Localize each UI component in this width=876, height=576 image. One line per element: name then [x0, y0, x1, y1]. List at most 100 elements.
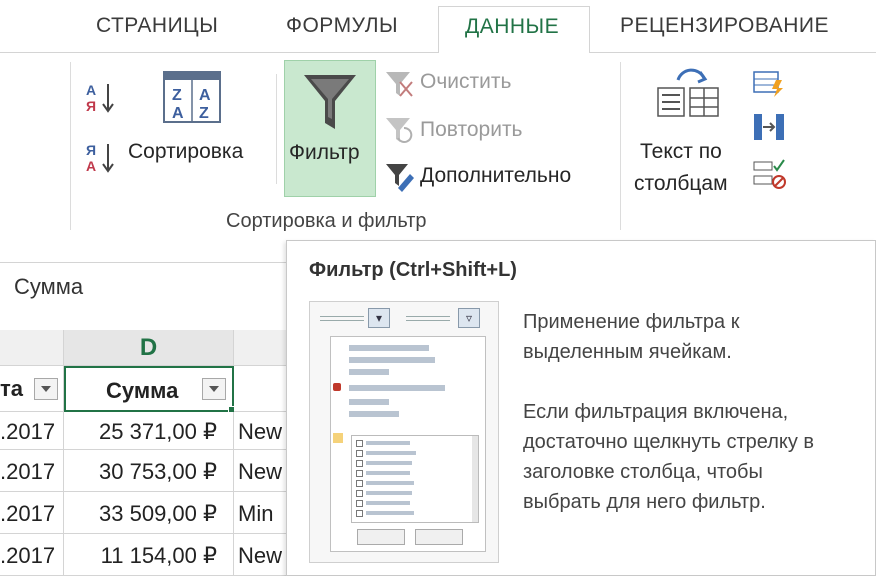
table-cell[interactable]: 11 154,00 ₽	[64, 534, 234, 576]
remove-duplicates-icon	[754, 114, 784, 140]
preview-header-line	[320, 316, 364, 317]
filter-tooltip: Фильтр (Ctrl+Shift+L) ▾ ▿ Применение фил…	[286, 240, 876, 576]
preview-menu-row	[349, 357, 435, 363]
preview-values-list	[351, 435, 479, 523]
preview-menu-row	[349, 411, 399, 417]
preview-list-row	[366, 481, 414, 485]
column-header-d-label: D	[139, 334, 158, 361]
sort-za-letter-a: А	[86, 158, 96, 174]
preview-list-row	[366, 461, 412, 465]
tooltip-text-line: выбрать для него фильтр.	[523, 491, 766, 513]
reapply-filter-icon	[386, 118, 413, 143]
sort-box-letter: A	[199, 87, 211, 104]
table-cell[interactable]: 33 509,00 ₽	[64, 492, 234, 534]
tooltip-text-line: достаточно щелкнуть стрелку в	[523, 431, 815, 453]
header-cell-date[interactable]: та	[0, 366, 64, 412]
table-cell[interactable]: .2017	[0, 534, 64, 576]
preview-filter-icon: ▿	[458, 308, 480, 328]
sort-ascending-icon: А Я	[86, 82, 114, 114]
tooltip-text-line: Применение фильтра к	[523, 311, 740, 333]
tooltip-text-line: выделенным ячейкам.	[523, 341, 732, 363]
preview-checkbox	[356, 450, 363, 457]
table-cell[interactable]: Min	[234, 492, 290, 534]
filter-dropdown-button[interactable]	[202, 378, 226, 400]
group-separator	[620, 62, 621, 230]
filter-dropdown-button[interactable]	[34, 378, 58, 400]
sort-descending-button[interactable]: Я А	[82, 140, 122, 176]
preview-list-row	[366, 501, 410, 505]
filter-button[interactable]: Фильтр	[284, 60, 376, 197]
preview-checkbox	[356, 460, 363, 467]
tooltip-title: Фильтр (Ctrl+Shift+L)	[309, 259, 517, 281]
preview-list-row	[366, 511, 414, 515]
sort-az-letter-ya: Я	[86, 98, 96, 114]
header-sum-label: Сумма	[106, 378, 179, 403]
tooltip-text-line: заголовке столбца, чтобы	[523, 461, 763, 483]
group-separator	[276, 74, 277, 184]
header-cell-extra[interactable]	[234, 366, 290, 412]
table-cell[interactable]: New	[234, 412, 290, 450]
table-cell[interactable]: .2017	[0, 492, 64, 534]
preview-header-line	[320, 320, 364, 321]
column-header-e[interactable]	[234, 330, 290, 366]
preview-menu-row	[349, 369, 389, 375]
text-to-columns-button[interactable]: Текст по столбцам	[630, 66, 750, 202]
sort-az-letter-a: А	[86, 82, 96, 98]
preview-checkbox	[356, 500, 363, 507]
header-cell-sum[interactable]: Сумма	[64, 366, 237, 415]
sort-za-letter-ya: Я	[86, 142, 96, 158]
preview-list-row	[366, 491, 412, 495]
table-cell[interactable]: New	[234, 450, 290, 492]
sort-dialog-icon: Z A A Z	[163, 71, 221, 123]
data-validation-button[interactable]	[752, 158, 786, 192]
preview-scrollbar	[472, 436, 478, 522]
formula-bar-value[interactable]: Сумма	[14, 274, 83, 300]
tab-review[interactable]: РЕЦЕНЗИРОВАНИЕ	[620, 14, 829, 38]
flash-fill-icon	[753, 71, 783, 97]
preview-header-line	[406, 320, 450, 321]
table-cell[interactable]: 25 371,00 ₽	[64, 412, 234, 450]
reapply-filter-button[interactable]: Повторить	[384, 114, 604, 146]
table-cell[interactable]: .2017	[0, 450, 64, 492]
table-cell[interactable]: 30 753,00 ₽	[64, 450, 234, 492]
tooltip-description-1: Применение фильтра к выделенным ячейкам.	[523, 307, 873, 367]
clear-filter-button[interactable]: Очистить	[384, 68, 604, 100]
advanced-filter-button[interactable]: Дополнительно	[384, 160, 604, 194]
remove-duplicates-button[interactable]	[752, 112, 786, 142]
sort-button-label: Сортировка	[128, 140, 244, 163]
preview-menu-row	[349, 385, 445, 391]
preview-header-line	[406, 316, 450, 317]
sort-descending-icon: Я А	[86, 142, 114, 174]
table-cell[interactable]: New	[234, 534, 290, 576]
filter-button-label: Фильтр	[289, 141, 360, 164]
advanced-filter-label: Дополнительно	[420, 164, 572, 187]
preview-list-row	[366, 441, 410, 445]
advanced-filter-icon	[386, 164, 414, 192]
sort-box-letter: Z	[199, 105, 209, 122]
sort-ascending-button[interactable]: А Я	[82, 80, 122, 116]
sort-button[interactable]: Z A A Z Сортировка	[126, 68, 266, 178]
group-label-sort-filter: Сортировка и фильтр	[226, 210, 427, 232]
preview-filter-menu	[330, 336, 486, 552]
preview-dropdown-icon: ▾	[368, 308, 390, 328]
funnel-icon	[304, 75, 356, 129]
sort-box-letter: Z	[172, 87, 182, 104]
tab-pages[interactable]: СТРАНИЦЫ	[96, 14, 218, 38]
flash-fill-button[interactable]	[752, 68, 786, 98]
tab-data[interactable]: ДАННЫЕ	[438, 6, 590, 53]
header-date-label: та	[0, 376, 24, 401]
tab-data-label: ДАННЫЕ	[465, 15, 560, 38]
tooltip-text-line: Если фильтрация включена,	[523, 401, 789, 423]
preview-ok-button	[357, 529, 405, 545]
column-header-c[interactable]	[0, 330, 64, 366]
column-header-d[interactable]: D	[64, 330, 234, 366]
tab-formulas[interactable]: ФОРМУЛЫ	[286, 14, 398, 38]
spreadsheet-grid: D та Сумма .2017 25 371,00 ₽ New .2017 3…	[0, 312, 290, 576]
preview-checkbox	[356, 480, 363, 487]
preview-list-row	[366, 471, 410, 475]
data-validation-icon	[753, 159, 786, 189]
preview-checkbox	[356, 470, 363, 477]
preview-checkbox	[356, 440, 363, 447]
tooltip-preview-image: ▾ ▿	[309, 301, 499, 563]
table-cell[interactable]: .2017	[0, 412, 64, 450]
